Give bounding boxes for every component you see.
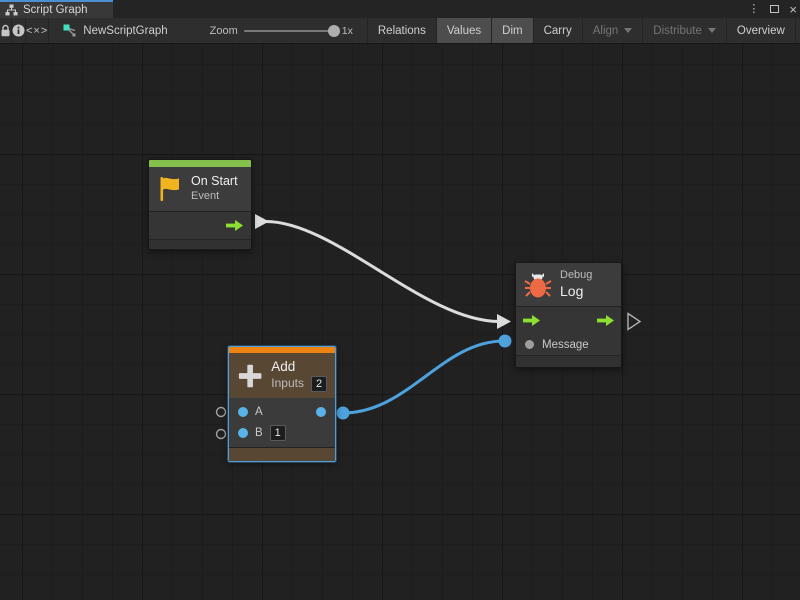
titlebar: Script Graph ⋮ × (0, 0, 800, 18)
chevron-down-icon (624, 28, 632, 33)
message-input-port[interactable] (525, 340, 534, 349)
zoom-slider-handle[interactable] (328, 25, 340, 37)
node-subtitle: Inputs (271, 376, 304, 391)
lock-button[interactable] (0, 18, 12, 43)
node-on-start[interactable]: On Start Event (148, 159, 252, 250)
port-b-value-field[interactable]: 1 (270, 425, 286, 441)
wire-start-dot[interactable] (337, 407, 350, 420)
wire-layer (0, 44, 800, 600)
info-icon (12, 24, 25, 37)
zoom-label: Zoom (210, 25, 238, 37)
message-port-label: Message (542, 339, 589, 351)
info-button[interactable] (12, 18, 26, 43)
node-add[interactable]: Add Inputs 2 A B 1 (228, 346, 336, 462)
chevron-down-icon (708, 28, 716, 33)
log-exit-unconnected-triangle[interactable] (628, 314, 640, 330)
node-subtitle: Event (191, 190, 238, 204)
event-color-bar (149, 160, 251, 167)
dim-label: Dim (502, 25, 522, 37)
port-b-label: B (255, 427, 263, 439)
graph-window-icon (5, 4, 18, 16)
wire-end-arrow[interactable] (497, 314, 511, 329)
node-title: Add (271, 359, 327, 376)
graph-asset-selector[interactable]: NewScriptGraph (49, 18, 179, 43)
distribute-label: Distribute (653, 25, 702, 37)
wire-onstart-to-log[interactable] (266, 222, 499, 322)
zoom-slider[interactable] (244, 30, 336, 32)
distribute-button[interactable]: Distribute (643, 18, 727, 43)
overview-label: Overview (737, 25, 785, 37)
lock-icon (0, 24, 11, 37)
values-label: Values (447, 25, 481, 37)
flow-input-port-icon[interactable] (523, 315, 540, 326)
align-label: Align (593, 25, 619, 37)
fullscreen-button[interactable]: Full S (796, 18, 800, 43)
node-footer (229, 448, 335, 461)
port-a-input[interactable] (238, 407, 248, 417)
dim-button[interactable]: Dim (492, 18, 533, 43)
menu-kebab-icon[interactable]: ⋮ (747, 4, 760, 15)
graph-name-label: NewScriptGraph (83, 25, 167, 37)
align-button[interactable]: Align (583, 18, 644, 43)
node-footer (516, 356, 621, 367)
node-debug-log[interactable]: Debug Log Message (515, 262, 622, 368)
relations-button[interactable]: Relations (368, 18, 437, 43)
node-title: Log (560, 283, 592, 301)
relations-label: Relations (378, 25, 426, 37)
edit-source-button[interactable]: <×> (26, 18, 49, 43)
graph-canvas[interactable]: On Start Event (0, 44, 800, 600)
carry-button[interactable]: Carry (534, 18, 583, 43)
window-controls: ⋮ × (747, 0, 797, 18)
carry-label: Carry (544, 25, 572, 37)
tab-script-graph[interactable]: Script Graph (0, 0, 113, 18)
add-a-unconnected-circle[interactable] (217, 408, 226, 417)
inputs-count-field[interactable]: 2 (311, 376, 327, 392)
script-graph-asset-icon (63, 24, 77, 38)
port-a-label: A (255, 406, 263, 418)
wire-add-to-message[interactable] (343, 341, 504, 413)
node-category: Debug (560, 269, 592, 283)
plus-icon (237, 362, 263, 390)
zoom-control: Zoom 1x (180, 18, 367, 43)
wire-end-dot[interactable] (499, 335, 512, 348)
flow-output-port-icon[interactable] (226, 220, 243, 231)
maximize-icon[interactable] (770, 5, 779, 13)
zoom-value: 1x (342, 25, 359, 37)
overview-button[interactable]: Overview (727, 18, 796, 43)
add-b-unconnected-circle[interactable] (217, 430, 226, 439)
close-icon[interactable]: × (789, 3, 797, 16)
flow-output-port-icon[interactable] (597, 315, 614, 326)
node-footer (149, 240, 251, 249)
bug-icon (524, 271, 552, 299)
port-b-input[interactable] (238, 428, 248, 438)
sum-output-port[interactable] (316, 407, 326, 417)
graph-toolbar: <×> NewScriptGraph Zoom 1x Relations Val… (0, 18, 800, 44)
tab-label: Script Graph (23, 4, 88, 16)
flag-icon (157, 175, 183, 203)
node-title: On Start (191, 174, 238, 190)
values-button[interactable]: Values (437, 18, 492, 43)
